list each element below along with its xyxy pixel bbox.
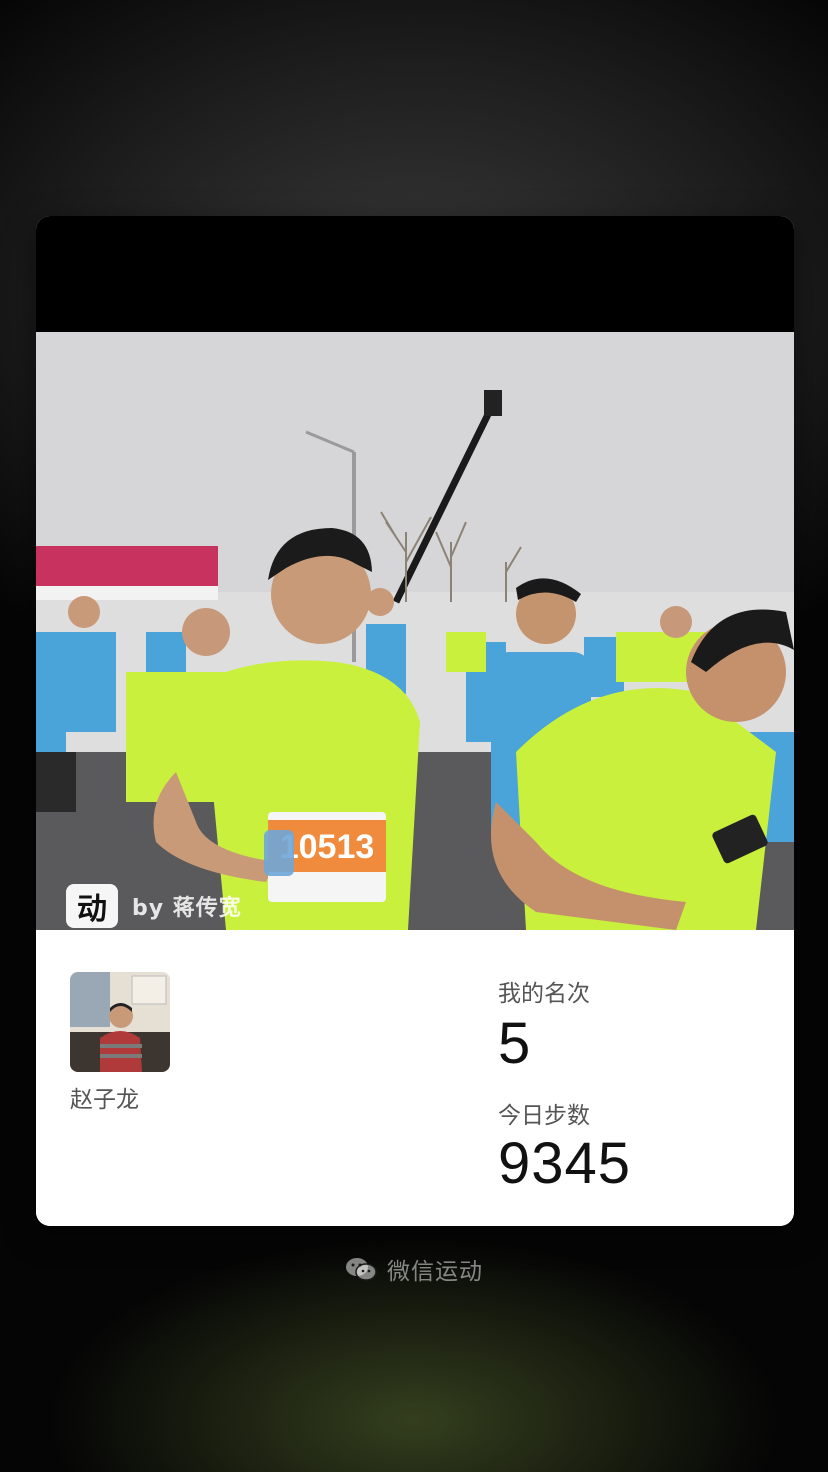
footer-text: 微信运动: [387, 1259, 483, 1285]
card-top-band: [36, 216, 794, 332]
footer-brand: 微信运动: [0, 1252, 828, 1286]
photo-watermark: 动 by 蒋传宽: [66, 884, 242, 928]
stats-panel: 赵子龙 我的名次 5 今日步数 9345: [36, 930, 794, 1226]
share-card: 10513 动 by 蒋传宽 赵子龙 我的名次 5 今日步数 9345: [36, 216, 794, 1226]
avatar[interactable]: [70, 972, 170, 1072]
watermark-text: by 蒋传宽: [132, 896, 242, 921]
rank-value: 5: [498, 1011, 531, 1076]
wechat-icon: [346, 1258, 377, 1281]
avatar-image: [70, 972, 170, 1072]
user-name: 赵子龙: [70, 1087, 139, 1113]
steps-value: 9345: [498, 1131, 632, 1196]
marathon-photo: 10513: [36, 332, 794, 930]
steps-label: 今日步数: [498, 1103, 590, 1129]
dong-logo-icon: 动: [66, 884, 118, 928]
cover-photo: 10513 动 by 蒋传宽: [36, 332, 794, 930]
rank-label: 我的名次: [498, 981, 590, 1007]
